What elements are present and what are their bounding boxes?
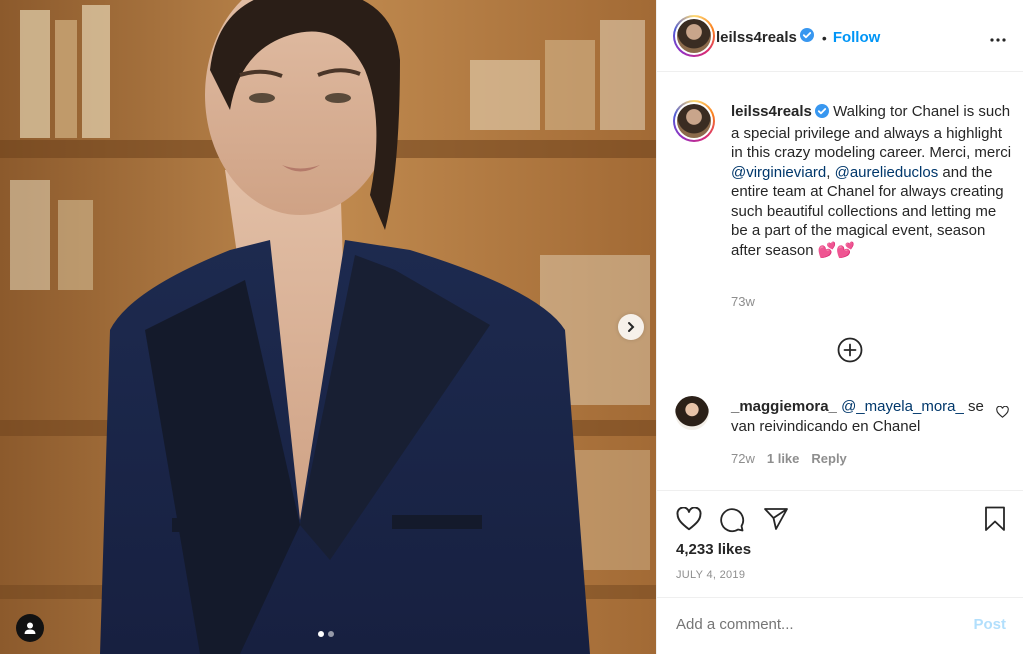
verified-badge-icon [814,104,829,124]
author-username[interactable]: leilss4reals [716,29,797,46]
comment-input[interactable] [676,616,946,633]
post-header: leilss4reals • Follow [657,0,1023,72]
comment-item: _maggiemora_ @_mayela_mora_ se van reivi… [673,395,1013,475]
author-avatar[interactable] [673,15,715,57]
heart-icon [676,506,702,531]
post-photo [0,0,656,654]
user-icon [24,622,36,634]
post-comment-button[interactable]: Post [973,616,1006,633]
caption-comma: , [826,163,831,181]
header-separator: • [821,29,827,46]
comment-reply-button[interactable]: Reply [811,451,846,466]
paper-plane-icon [764,508,788,530]
follow-button[interactable]: Follow [833,29,881,46]
share-button[interactable] [763,507,789,536]
carousel-dot-2 [328,631,334,637]
plus-circle-icon [837,337,863,363]
bookmark-icon [985,506,1005,531]
verified-badge-icon [799,28,814,47]
likes-count[interactable]: 4,233 likes [676,541,751,558]
caption-timestamp[interactable]: 73w [731,294,755,309]
carousel-dot-1 [318,631,324,637]
caption-text: leilss4reals Walking tor Chanel is such … [731,102,1013,260]
carousel-indicator [318,631,334,637]
load-more-comments-button[interactable] [837,337,863,368]
add-comment-bar: Post [657,597,1023,654]
more-horizontal-icon [990,38,1006,42]
comment-like-button[interactable] [996,405,1009,423]
comment-button[interactable] [719,507,745,538]
caption-avatar-image [677,104,711,138]
comment-mention[interactable]: @_mayela_mora_ [841,398,964,415]
comment-timestamp[interactable]: 72w [731,451,755,466]
commenter-avatar[interactable] [675,396,709,430]
comment-text: _maggiemora_ @_mayela_mora_ se van reivi… [731,397,995,437]
like-button[interactable] [676,506,702,536]
chevron-right-icon [628,322,635,332]
caption-author-avatar[interactable] [673,100,715,142]
comment-meta: 72w 1 like Reply [731,451,847,466]
caption-username[interactable]: leilss4reals [731,103,812,120]
author-avatar-image [677,19,711,53]
comment-bubble-icon [720,508,745,533]
commenter-username[interactable]: _maggiemora_ [731,398,837,415]
save-button[interactable] [984,506,1006,537]
caption-mention-aurelieduclos[interactable]: @aurelieduclos [835,164,939,181]
heart-icon [996,405,1009,418]
post-actions: 4,233 likes JULY 4, 2019 [657,490,1023,597]
caption-mention-virginieviard[interactable]: @virginieviard [731,164,826,181]
comment-likes[interactable]: 1 like [767,451,800,466]
tagged-users-button[interactable] [16,614,44,642]
post-date[interactable]: JULY 4, 2019 [676,569,745,581]
post-media[interactable] [0,0,656,654]
more-options-button[interactable] [990,30,1006,48]
carousel-next-button[interactable] [618,314,644,340]
post-sidebar: leilss4reals • Follow leilss4reals Walki… [656,0,1023,654]
